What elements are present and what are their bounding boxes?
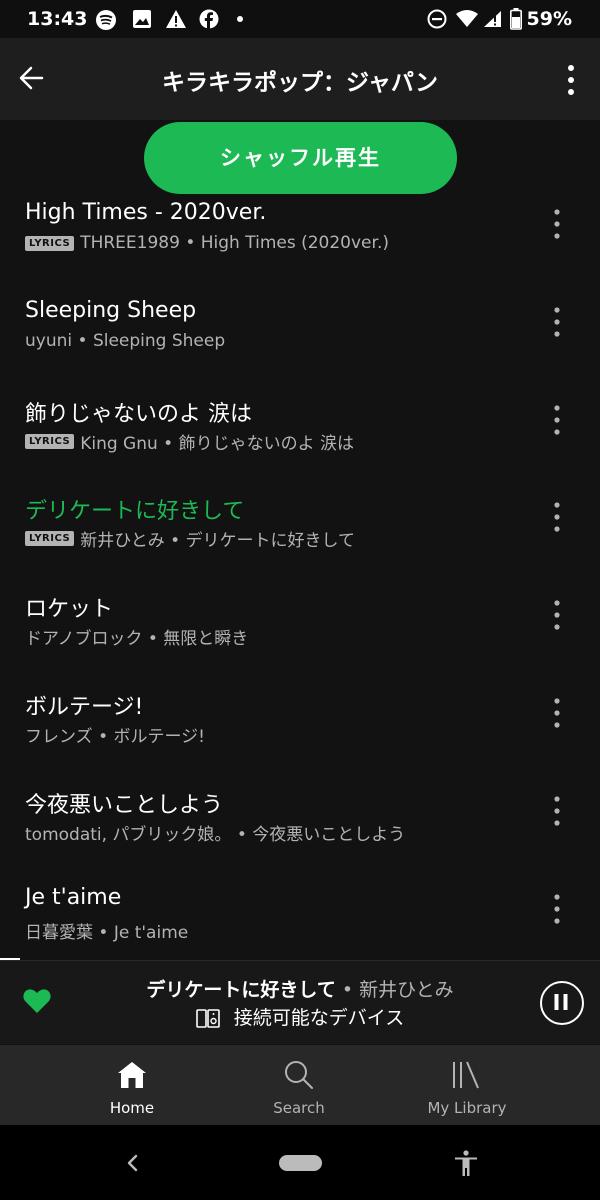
facebook-notification-icon	[199, 9, 219, 29]
track-more-icon[interactable]	[546, 497, 568, 537]
track-artist-album: ドアノブロック • 無限と瞬き	[25, 629, 249, 650]
system-back-icon[interactable]	[123, 1152, 143, 1174]
track-subtitle: tomodati, パブリック娘。 • 今夜悪いことしよう	[25, 820, 405, 845]
track-title: High Times - 2020ver.	[25, 200, 267, 225]
mini-player[interactable]: デリケートに好きして • 新井ひとみ 接続可能なデバイス	[0, 960, 600, 1044]
track-subtitle: LYRICS THREE1989 • High Times (2020ver.)	[25, 233, 389, 253]
signal-icon	[484, 11, 501, 27]
track-list: High Times - 2020ver. LYRICS THREE1989 •…	[0, 194, 600, 976]
now-playing-title: デリケートに好きして	[146, 979, 336, 1001]
track-more-icon[interactable]	[546, 693, 568, 733]
track-artist-album: uyuni • Sleeping Sheep	[25, 330, 226, 351]
nav-home[interactable]: Home	[42, 1045, 222, 1125]
track-subtitle: フレンズ • ボルテージ!	[25, 722, 205, 747]
search-icon	[285, 1061, 313, 1089]
battery-percentage: 59%	[526, 8, 572, 30]
system-navigation-bar	[0, 1125, 600, 1200]
track-subtitle: LYRICS 新井ひとみ • デリケートに好きして	[25, 526, 355, 551]
track-artist-album: フレンズ • ボルテージ!	[25, 726, 205, 747]
nav-search[interactable]: Search	[209, 1045, 389, 1125]
nav-home-label: Home	[109, 1099, 155, 1117]
warning-icon	[166, 10, 186, 28]
pause-button[interactable]	[540, 981, 584, 1025]
back-arrow-icon[interactable]	[14, 60, 50, 96]
system-home-pill[interactable]	[279, 1155, 322, 1171]
image-notification-icon	[133, 10, 151, 28]
bottom-navigation: Home Search My Library	[0, 1045, 600, 1125]
track-artist-album: 日暮愛葉 • Je t'aime	[25, 922, 189, 943]
track-subtitle: 日暮愛葉 • Je t'aime	[25, 918, 188, 943]
pause-icon	[554, 994, 568, 1010]
track-artist-album: King Gnu • 飾りじゃないのよ 涙は	[80, 433, 355, 454]
track-row[interactable]: ロケット ドアノブロック • 無限と瞬き	[0, 585, 600, 683]
track-title: デリケートに好きして	[25, 499, 245, 525]
lyrics-badge: LYRICS	[25, 531, 75, 547]
track-row[interactable]: 今夜悪いことしよう tomodati, パブリック娘。 • 今夜悪いことしよう	[0, 781, 600, 879]
nav-library[interactable]: My Library	[377, 1045, 557, 1125]
track-title: Je t'aime	[25, 884, 122, 910]
track-artist-album: 新井ひとみ • デリケートに好きして	[80, 531, 356, 552]
playlist-header: キラキラポップ：ジャパン	[0, 38, 600, 120]
track-row[interactable]: Sleeping Sheep uyuni • Sleeping Sheep	[0, 292, 600, 390]
track-subtitle: ドアノブロック • 無限と瞬き	[25, 624, 248, 649]
lyrics-badge: LYRICS	[25, 235, 75, 251]
connect-device[interactable]: 接続可能なデバイス	[0, 1003, 600, 1030]
status-bar: 13:43 59%	[0, 0, 600, 38]
now-playing-separator: •	[335, 979, 360, 1001]
nav-library-label: My Library	[427, 1099, 507, 1117]
track-more-icon[interactable]	[546, 400, 568, 440]
track-row[interactable]: High Times - 2020ver. LYRICS THREE1989 •…	[0, 194, 600, 292]
status-time: 13:43	[27, 8, 88, 30]
now-playing-artist: 新井ひとみ	[359, 979, 454, 1001]
battery-icon	[510, 8, 522, 30]
track-more-icon[interactable]	[546, 889, 568, 929]
shuffle-play-button[interactable]: シャッフル再生	[144, 122, 457, 194]
track-artist-album: tomodati, パブリック娘。 • 今夜悪いことしよう	[25, 824, 406, 845]
track-title: 今夜悪いことしよう	[25, 792, 224, 818]
lyrics-badge: LYRICS	[25, 433, 75, 449]
page-title: キラキラポップ：ジャパン	[162, 70, 438, 96]
do-not-disturb-icon	[427, 9, 447, 29]
track-more-icon[interactable]	[546, 595, 568, 635]
track-more-icon[interactable]	[546, 204, 568, 244]
track-row-playing[interactable]: デリケートに好きして LYRICS 新井ひとみ • デリケートに好きして	[0, 487, 600, 585]
nav-search-label: Search	[273, 1099, 325, 1117]
accessibility-icon[interactable]	[452, 1149, 480, 1177]
devices-icon	[195, 1008, 220, 1028]
connect-device-label: 接続可能なデバイス	[233, 1007, 405, 1029]
track-row[interactable]: 飾りじゃないのよ 涙は LYRICS King Gnu • 飾りじゃないのよ 涙…	[0, 390, 600, 488]
home-icon	[118, 1062, 146, 1088]
more-options-icon[interactable]	[560, 60, 582, 100]
track-more-icon[interactable]	[546, 791, 568, 831]
track-title: Sleeping Sheep	[25, 297, 197, 323]
track-title: 飾りじゃないのよ 涙は	[25, 401, 252, 427]
more-notifications-dot-icon	[237, 16, 243, 22]
track-row[interactable]: ボルテージ! フレンズ • ボルテージ!	[0, 683, 600, 781]
library-icon	[453, 1061, 479, 1089]
track-title: ボルテージ!	[25, 694, 144, 720]
spotify-notification-icon	[96, 10, 116, 30]
track-title: ロケット	[25, 597, 114, 623]
track-more-icon[interactable]	[546, 302, 568, 342]
now-playing-info: デリケートに好きして • 新井ひとみ	[0, 975, 600, 1002]
track-subtitle: LYRICS King Gnu • 飾りじゃないのよ 涙は	[25, 429, 354, 454]
track-subtitle: uyuni • Sleeping Sheep	[25, 331, 225, 351]
track-artist-album: THREE1989 • High Times (2020ver.)	[80, 233, 389, 253]
wifi-icon	[456, 10, 478, 27]
